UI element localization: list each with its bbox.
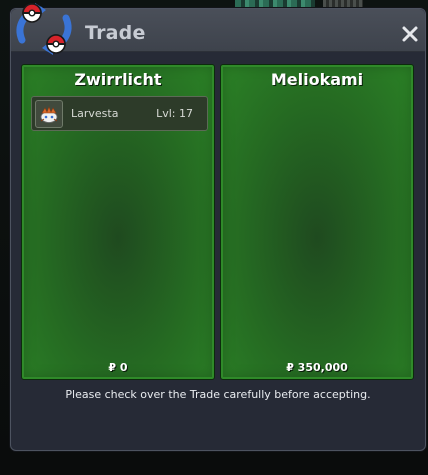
trade-window: Trade Zwirrlicht Larvesta Lvl: 17 ₽ 0 Me: [10, 8, 426, 451]
pokeball-swap-icon: [16, 3, 72, 55]
right-trade-panel: Meliokami ₽ 350,000: [220, 64, 414, 380]
pokemon-level: Lvl: 17: [156, 107, 193, 120]
pokemon-name: Larvesta: [71, 107, 119, 120]
left-money-offer: ₽ 0: [108, 361, 128, 374]
trade-warning-message: Please check over the Trade carefully be…: [65, 388, 371, 401]
right-money-offer: ₽ 350,000: [286, 361, 348, 374]
close-icon[interactable]: [401, 25, 419, 43]
world-tile-strip-secondary: [323, 0, 363, 7]
right-trainer-name: Meliokami: [270, 70, 364, 89]
left-trainer-name: Zwirrlicht: [74, 70, 162, 89]
left-trade-panel: Zwirrlicht Larvesta Lvl: 17 ₽ 0: [21, 64, 215, 380]
trade-item-row[interactable]: Larvesta Lvl: 17: [31, 96, 208, 131]
larvesta-sprite-icon: [35, 100, 63, 128]
window-title: Trade: [85, 22, 146, 44]
